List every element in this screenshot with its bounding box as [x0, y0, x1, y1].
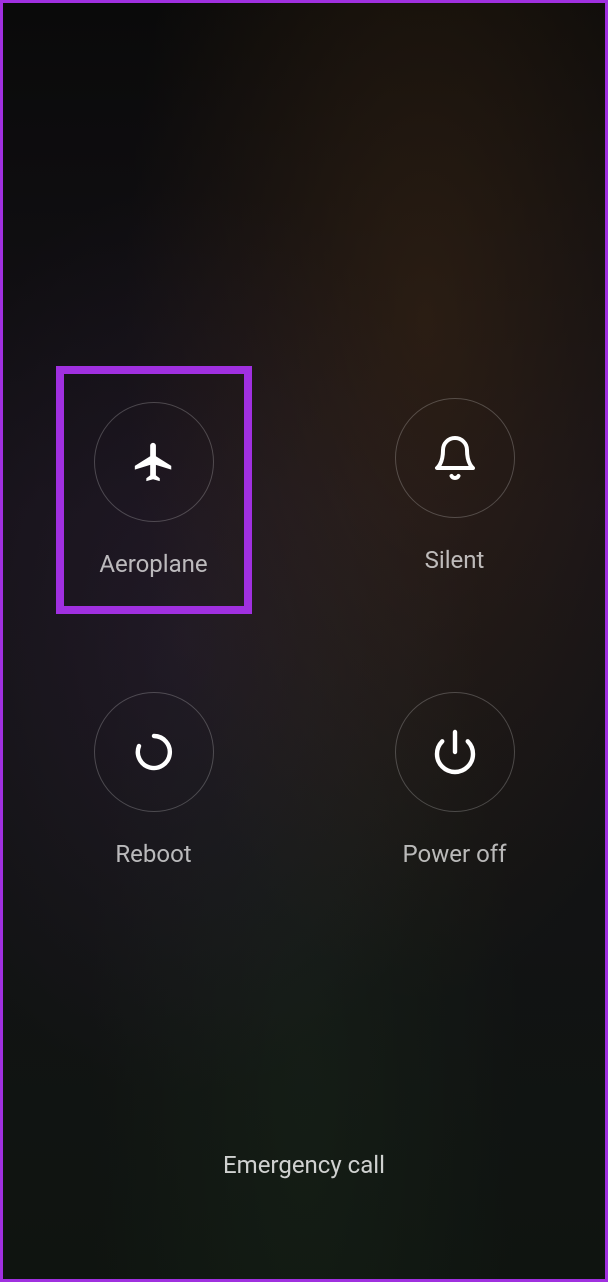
reboot-icon-circle — [94, 692, 214, 812]
power-off-button[interactable]: Power off — [395, 692, 515, 868]
power-icon-circle — [395, 692, 515, 812]
power-menu-grid: Aeroplane Silent Reboot Power off — [3, 398, 605, 868]
silent-label: Silent — [425, 546, 485, 574]
airplane-icon-circle — [94, 402, 214, 522]
emergency-call-button[interactable]: Emergency call — [3, 1151, 605, 1179]
bell-icon-circle — [395, 398, 515, 518]
silent-button[interactable]: Silent — [395, 398, 515, 614]
aeroplane-label: Aeroplane — [99, 550, 207, 578]
reboot-label: Reboot — [115, 840, 191, 868]
aeroplane-button[interactable]: Aeroplane — [56, 366, 252, 614]
power-icon — [431, 728, 479, 776]
power-off-label: Power off — [403, 840, 507, 868]
reboot-icon — [130, 728, 178, 776]
bell-icon — [431, 434, 479, 482]
airplane-icon — [131, 439, 177, 485]
reboot-button[interactable]: Reboot — [94, 692, 214, 868]
